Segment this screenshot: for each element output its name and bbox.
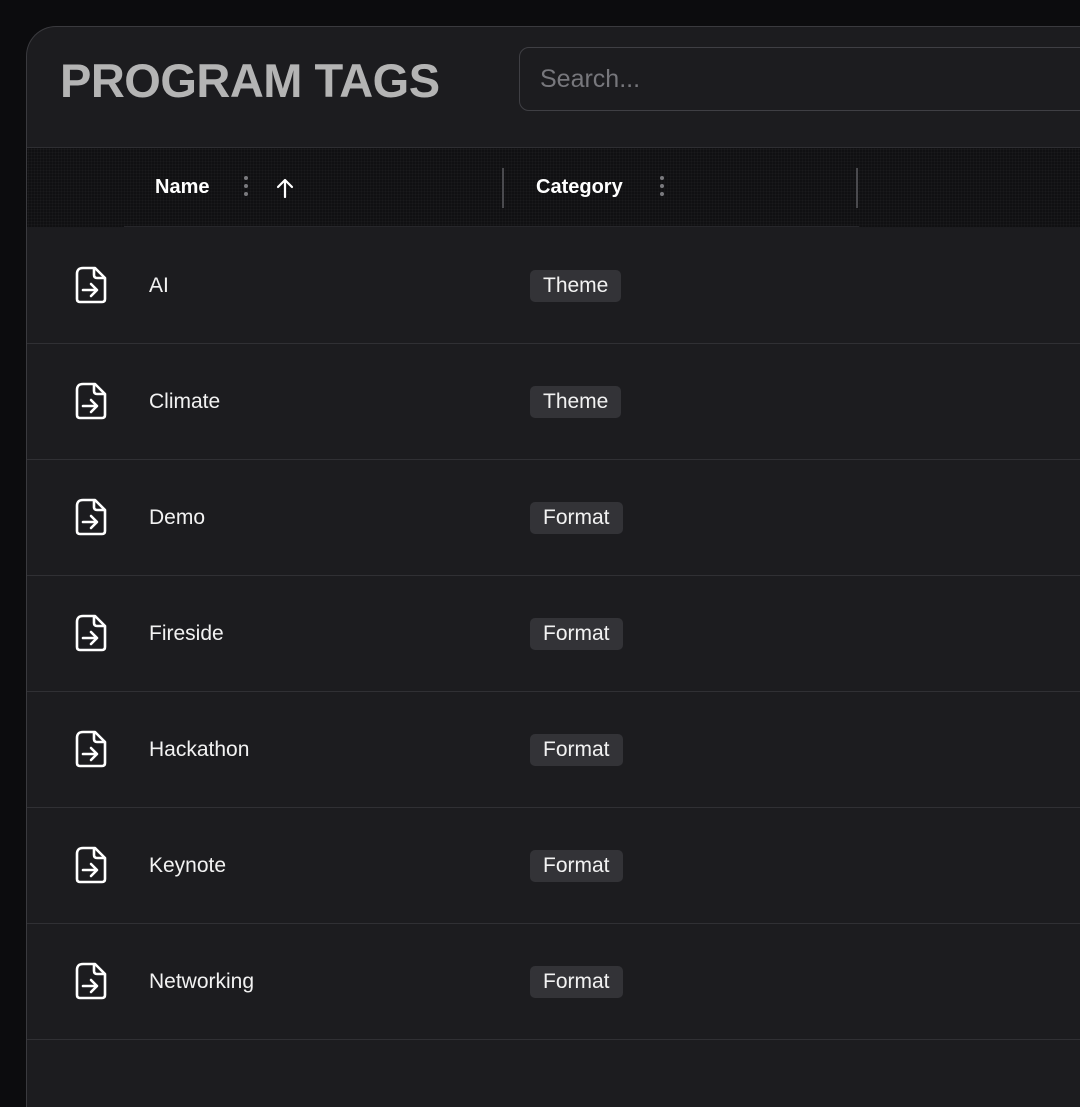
category-badge: Theme	[530, 270, 622, 302]
file-import-icon	[75, 614, 107, 652]
file-import-icon	[75, 498, 107, 536]
table-row[interactable]: Networking Format	[27, 924, 1080, 1040]
column-menu-category-icon[interactable]	[657, 176, 667, 198]
table-body: AI Theme Climate Theme Demo Format Fires…	[27, 228, 1080, 1107]
tag-name: Climate	[149, 390, 221, 413]
category-badge: Format	[530, 618, 623, 650]
program-tags-panel: PROGRAM TAGS Name Category AI Theme	[26, 26, 1080, 1107]
column-menu-name-icon[interactable]	[241, 176, 251, 198]
search-input[interactable]	[519, 47, 1080, 111]
column-header-name[interactable]: Name	[155, 172, 209, 202]
file-import-icon	[75, 266, 107, 304]
category-badge: Format	[530, 850, 623, 882]
tag-name: Keynote	[149, 854, 227, 877]
column-header-category[interactable]: Category	[536, 172, 623, 202]
column-resize-handle[interactable]	[502, 168, 504, 208]
panel-header: PROGRAM TAGS	[27, 27, 1080, 148]
tag-name: Networking	[149, 970, 255, 993]
table-row[interactable]: Demo Format	[27, 460, 1080, 576]
category-badge: Format	[530, 502, 623, 534]
category-badge: Format	[530, 966, 623, 998]
table-row[interactable]: AI Theme	[27, 228, 1080, 344]
file-import-icon	[75, 962, 107, 1000]
table-row[interactable]: Climate Theme	[27, 344, 1080, 460]
tag-name: Demo	[149, 506, 206, 529]
tag-name: Hackathon	[149, 738, 250, 761]
table-row[interactable]	[27, 1040, 1080, 1107]
tag-name: AI	[149, 274, 169, 297]
header-divider	[124, 226, 859, 227]
category-badge: Format	[530, 734, 623, 766]
column-resize-handle[interactable]	[856, 168, 858, 208]
category-badge: Theme	[530, 386, 622, 418]
page-title: PROGRAM TAGS	[60, 54, 440, 107]
table-row[interactable]: Fireside Format	[27, 576, 1080, 692]
table-row[interactable]: Keynote Format	[27, 808, 1080, 924]
file-import-icon	[75, 846, 107, 884]
tag-name: Fireside	[149, 622, 224, 645]
table-row[interactable]: Hackathon Format	[27, 692, 1080, 808]
file-import-icon	[75, 382, 107, 420]
sort-ascending-icon[interactable]	[275, 177, 295, 199]
table-header-row: Name Category	[27, 148, 1080, 227]
file-import-icon	[75, 730, 107, 768]
